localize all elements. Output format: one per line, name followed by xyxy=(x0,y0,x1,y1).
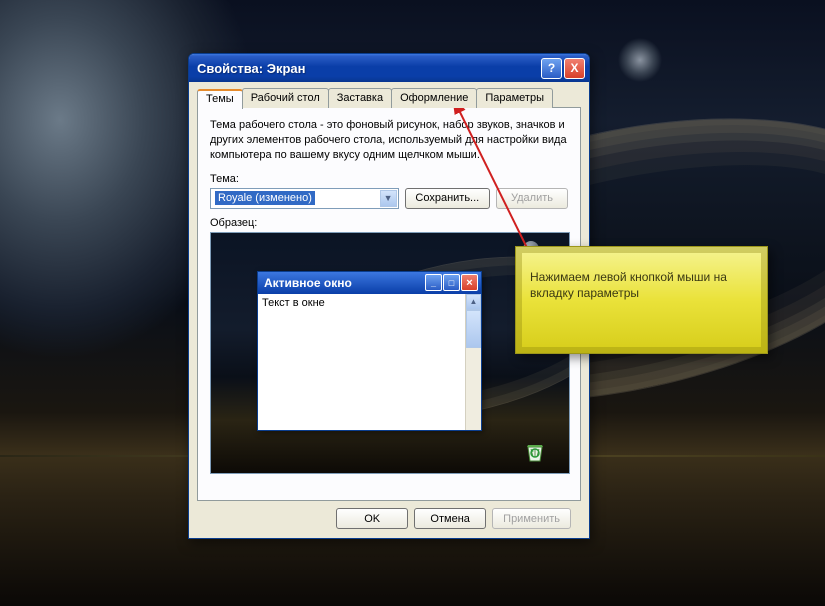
minimize-icon: _ xyxy=(425,274,442,291)
tabstrip: Темы Рабочий стол Заставка Оформление Па… xyxy=(197,88,581,108)
preview-body-text: Текст в окне xyxy=(262,297,325,309)
recycle-bin-icon xyxy=(525,441,545,463)
dialog-title: Свойства: Экран xyxy=(197,61,539,76)
callout-text: Нажимаем левой кнопкой мыши на вкладку п… xyxy=(530,270,727,300)
scroll-up-icon: ▲ xyxy=(466,294,481,310)
tab-themes[interactable]: Темы xyxy=(197,89,243,109)
titlebar[interactable]: Свойства: Экран ? X xyxy=(189,54,589,82)
theme-selected-value: Royale (изменено) xyxy=(215,191,315,205)
dialog-button-row: OK Отмена Применить xyxy=(197,502,581,529)
close-icon: × xyxy=(461,274,478,291)
tab-screensaver[interactable]: Заставка xyxy=(328,88,392,108)
tab-appearance[interactable]: Оформление xyxy=(391,88,477,108)
theme-description: Тема рабочего стола - это фоновый рисуно… xyxy=(210,118,568,163)
cancel-button[interactable]: Отмена xyxy=(414,508,486,529)
apply-button: Применить xyxy=(492,508,571,529)
maximize-icon: □ xyxy=(443,274,460,291)
preview-window-body: Текст в окне ▲ xyxy=(258,294,481,430)
theme-combobox[interactable]: Royale (изменено) ▼ xyxy=(210,188,399,209)
chevron-down-icon[interactable]: ▼ xyxy=(380,190,397,207)
close-button[interactable]: X xyxy=(564,58,585,79)
preview-window-title: Активное окно xyxy=(264,276,424,290)
ok-button[interactable]: OK xyxy=(336,508,408,529)
sample-label: Образец: xyxy=(210,217,568,229)
save-theme-button[interactable]: Сохранить... xyxy=(405,188,490,209)
delete-theme-button: Удалить xyxy=(496,188,568,209)
instruction-callout: Нажимаем левой кнопкой мыши на вкладку п… xyxy=(515,246,768,354)
preview-scrollbar: ▲ xyxy=(465,294,481,430)
tab-settings[interactable]: Параметры xyxy=(476,88,553,108)
scroll-thumb xyxy=(466,310,481,348)
preview-titlebar: Активное окно _ □ × xyxy=(258,272,481,294)
help-button[interactable]: ? xyxy=(541,58,562,79)
theme-label: Тема: xyxy=(210,173,568,185)
preview-active-window: Активное окно _ □ × Текст в окне ▲ xyxy=(257,271,482,431)
tab-desktop[interactable]: Рабочий стол xyxy=(242,88,329,108)
